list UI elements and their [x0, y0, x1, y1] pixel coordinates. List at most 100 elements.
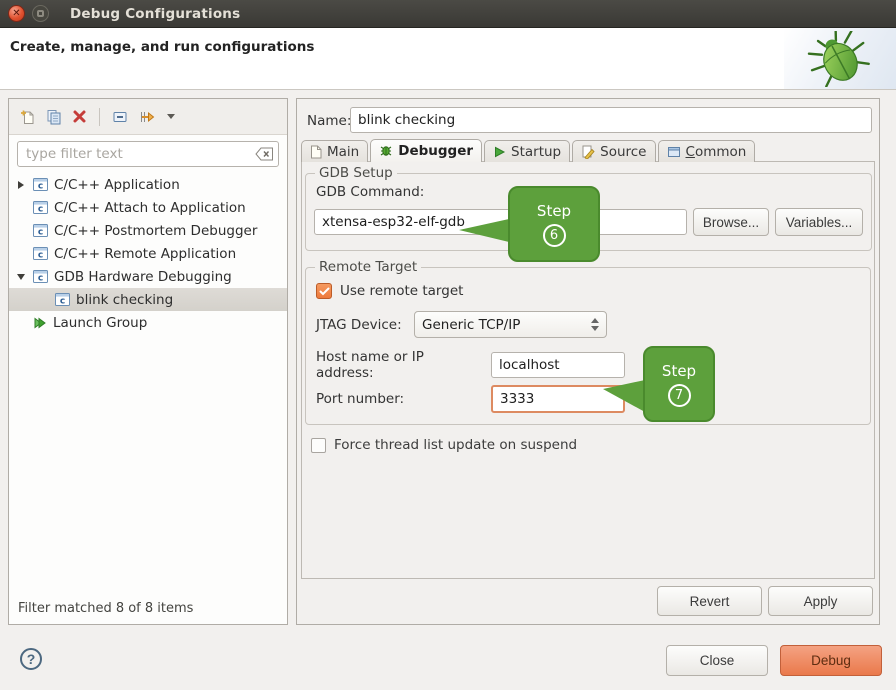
banner-subtitle: Create, manage, and run configurations — [10, 39, 314, 55]
debug-configurations-dialog: ✕ Debug Configurations Create, manage, a… — [0, 0, 896, 690]
step7-callout-arrow — [603, 380, 645, 412]
close-button[interactable]: Close — [666, 645, 768, 676]
toolbar-separator — [99, 108, 100, 126]
window-close-icon[interactable]: ✕ — [8, 5, 25, 22]
common-tab-icon — [667, 145, 681, 159]
step6-number: 6 — [543, 224, 566, 247]
tab-source[interactable]: Source — [572, 140, 655, 162]
name-label: Name: — [307, 113, 351, 129]
c-app-icon: c — [33, 247, 48, 260]
revert-apply-row: Revert Apply — [657, 586, 873, 616]
tree-item-launch-group[interactable]: Launch Group — [9, 311, 287, 334]
tree-item-gdb-hardware-debugging[interactable]: c GDB Hardware Debugging — [9, 265, 287, 288]
use-remote-checkbox[interactable] — [316, 283, 332, 299]
tab-debugger[interactable]: Debugger — [370, 139, 482, 162]
configuration-detail-panel: Name: Main Debugger — [296, 98, 880, 625]
jtag-device-value: Generic TCP/IP — [422, 317, 585, 333]
variables-button[interactable]: Variables... — [775, 208, 863, 236]
help-button[interactable]: ? — [20, 648, 42, 670]
tab-main[interactable]: Main — [301, 140, 368, 162]
tree-item-label: Launch Group — [53, 315, 147, 331]
menu-caret-icon[interactable] — [167, 114, 175, 119]
filter-status-text: Filter matched 8 of 8 items — [18, 601, 193, 616]
config-toolbar — [9, 99, 287, 135]
gdb-setup-legend: GDB Setup — [315, 165, 397, 181]
source-tab-icon — [581, 145, 595, 159]
browse-button[interactable]: Browse... — [693, 208, 769, 236]
tree-item-cpp-postmortem[interactable]: c C/C++ Postmortem Debugger — [9, 219, 287, 242]
launch-group-icon — [33, 316, 47, 330]
step6-title: Step — [537, 202, 571, 220]
jtag-device-label: JTAG Device: — [316, 317, 408, 333]
remote-target-group: Remote Target Use remote target JTAG Dev… — [305, 259, 871, 425]
tree-item-label: C/C++ Application — [54, 177, 180, 193]
config-tabbar: Main Debugger Startup — [301, 139, 757, 162]
tab-label: Startup — [511, 144, 561, 160]
window-title: Debug Configurations — [70, 6, 240, 22]
tree-item-label: C/C++ Attach to Application — [54, 200, 246, 216]
tree-item-cpp-application[interactable]: c C/C++ Application — [9, 173, 287, 196]
force-thread-row: Force thread list update on suspend — [311, 437, 577, 453]
tree-item-cpp-remote[interactable]: c C/C++ Remote Application — [9, 242, 287, 265]
tab-startup[interactable]: Startup — [484, 140, 570, 162]
step7-number: 7 — [668, 384, 691, 407]
expander-collapsed-icon[interactable] — [15, 181, 27, 189]
debugger-tab-icon — [379, 144, 393, 158]
bug-logo-area — [784, 28, 896, 89]
step6-callout: Step 6 — [508, 186, 600, 262]
port-label: Port number: — [316, 391, 485, 407]
step7-title: Step — [662, 362, 696, 380]
tree-item-label: blink checking — [76, 292, 173, 308]
tab-common[interactable]: Common — [658, 140, 756, 162]
maximize-glyph — [37, 10, 44, 17]
revert-button[interactable]: Revert — [657, 586, 762, 616]
svg-text:c: c — [60, 297, 65, 307]
tab-label: Debugger — [398, 143, 473, 159]
name-input[interactable] — [350, 107, 872, 133]
configurations-panel: c C/C++ Application c C/C++ Attach to Ap… — [8, 98, 288, 625]
c-app-icon: c — [33, 201, 48, 214]
force-thread-label: Force thread list update on suspend — [334, 437, 577, 453]
new-config-icon[interactable] — [20, 109, 36, 125]
combo-spinner-icon — [591, 318, 599, 331]
c-app-icon: c — [33, 224, 48, 237]
tab-label: Main — [327, 144, 359, 160]
tree-item-label: C/C++ Postmortem Debugger — [54, 223, 257, 239]
delete-config-icon[interactable] — [72, 109, 87, 124]
remote-target-legend: Remote Target — [315, 259, 421, 275]
host-label: Host name or IP address: — [316, 349, 485, 381]
checkmark-icon — [319, 287, 330, 296]
debug-button[interactable]: Debug — [780, 645, 882, 676]
expander-expanded-icon[interactable] — [15, 274, 27, 280]
config-tree: c C/C++ Application c C/C++ Attach to Ap… — [9, 173, 287, 590]
startup-tab-icon — [493, 145, 506, 159]
tab-label: Source — [600, 144, 646, 160]
force-thread-checkbox[interactable] — [311, 438, 326, 453]
close-glyph: ✕ — [12, 9, 20, 19]
titlebar: ✕ Debug Configurations — [0, 0, 896, 28]
duplicate-config-icon[interactable] — [46, 109, 62, 125]
filter-configs-icon[interactable] — [138, 109, 155, 125]
header-banner: Create, manage, and run configurations — [0, 28, 896, 90]
jtag-device-select[interactable]: Generic TCP/IP — [414, 311, 607, 338]
tree-item-label: GDB Hardware Debugging — [54, 269, 232, 285]
c-app-icon: c — [33, 178, 48, 191]
host-input[interactable] — [491, 352, 625, 378]
bug-icon — [803, 31, 877, 87]
filter-field-wrap — [17, 141, 279, 167]
filter-input[interactable] — [17, 141, 279, 167]
svg-text:c: c — [38, 182, 43, 192]
c-app-icon: c — [33, 270, 48, 283]
svg-text:c: c — [38, 228, 43, 238]
tree-item-blink-checking[interactable]: c blink checking — [9, 288, 287, 311]
use-remote-label: Use remote target — [340, 283, 463, 299]
tab-label: Common — [686, 144, 747, 160]
main-tab-icon — [310, 145, 322, 159]
collapse-all-icon[interactable] — [112, 109, 128, 125]
svg-text:c: c — [38, 205, 43, 215]
tree-item-label: C/C++ Remote Application — [54, 246, 236, 262]
apply-button[interactable]: Apply — [768, 586, 873, 616]
tree-item-cpp-attach[interactable]: c C/C++ Attach to Application — [9, 196, 287, 219]
window-maximize-icon[interactable] — [32, 5, 49, 22]
clear-filter-icon[interactable] — [255, 147, 274, 161]
